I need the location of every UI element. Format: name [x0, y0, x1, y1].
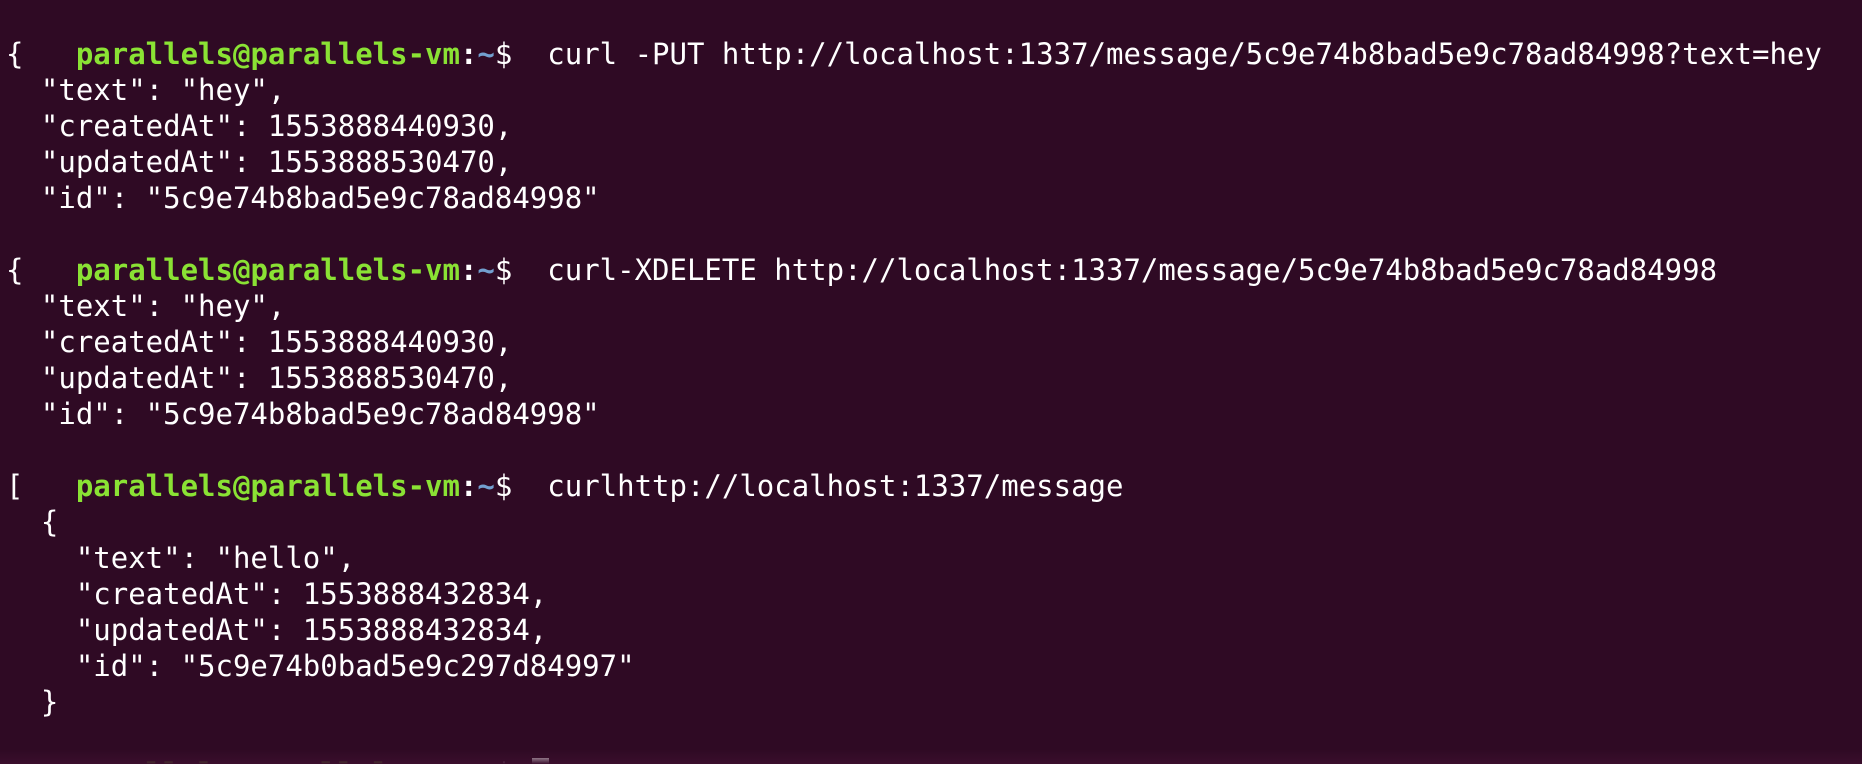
prompt-symbol: $ — [494, 253, 513, 287]
prompt-user: parallels@parallels-vm — [75, 253, 460, 287]
output-line: "updatedAt": 1553888530470, — [6, 361, 513, 395]
output-line: "id": "5c9e74b8bad5e9c78ad84998" — [6, 181, 600, 215]
terminal-line: parallels@parallels-vm:~$ curl-XDELETE h… — [6, 216, 1862, 287]
terminal-window[interactable]: parallels@parallels-vm:~$ curl -PUT http… — [0, 0, 1862, 764]
output-line: "text": "hey", — [6, 73, 286, 107]
prompt-path: ~ — [477, 253, 495, 287]
terminal-line: parallels@parallels-vm:~$ curl -PUT http… — [6, 0, 1862, 71]
command-text: curlhttp://localhost:1337/message — [512, 469, 1124, 503]
output-line: { — [6, 505, 59, 539]
prompt-path: ~ — [477, 37, 495, 71]
prompt-symbol: $ — [494, 37, 513, 71]
output-line: "createdAt": 1553888432834, — [6, 577, 548, 611]
command-text: curl -PUT http://localhost:1337/message/… — [512, 37, 1822, 71]
terminal-line: parallels@parallels-vm:~$ curlhttp://loc… — [6, 432, 1862, 503]
prompt-path: ~ — [477, 469, 495, 503]
output-line: "createdAt": 1553888440930, — [6, 109, 513, 143]
output-line: "createdAt": 1553888440930, — [6, 325, 513, 359]
prompt-user: parallels@parallels-vm — [75, 37, 460, 71]
output-line: "id": "5c9e74b0bad5e9c297d84997" — [6, 649, 635, 683]
window-bottom-edge — [0, 750, 1862, 764]
output-line: "text": "hello", — [6, 541, 356, 575]
output-line: "updatedAt": 1553888432834, — [6, 613, 548, 647]
prompt-user: parallels@parallels-vm — [75, 469, 460, 503]
prompt-separator: : — [459, 469, 478, 503]
command-text: curl-XDELETE http://localhost:1337/messa… — [512, 253, 1718, 287]
output-line: "id": "5c9e74b8bad5e9c78ad84998" — [6, 397, 600, 431]
prompt-separator: : — [459, 37, 478, 71]
output-line: "text": "hey", — [6, 289, 286, 323]
output-line: } — [6, 685, 59, 719]
prompt-symbol: $ — [494, 469, 513, 503]
output-line: "updatedAt": 1553888530470, — [6, 145, 513, 179]
prompt-separator: : — [459, 253, 478, 287]
